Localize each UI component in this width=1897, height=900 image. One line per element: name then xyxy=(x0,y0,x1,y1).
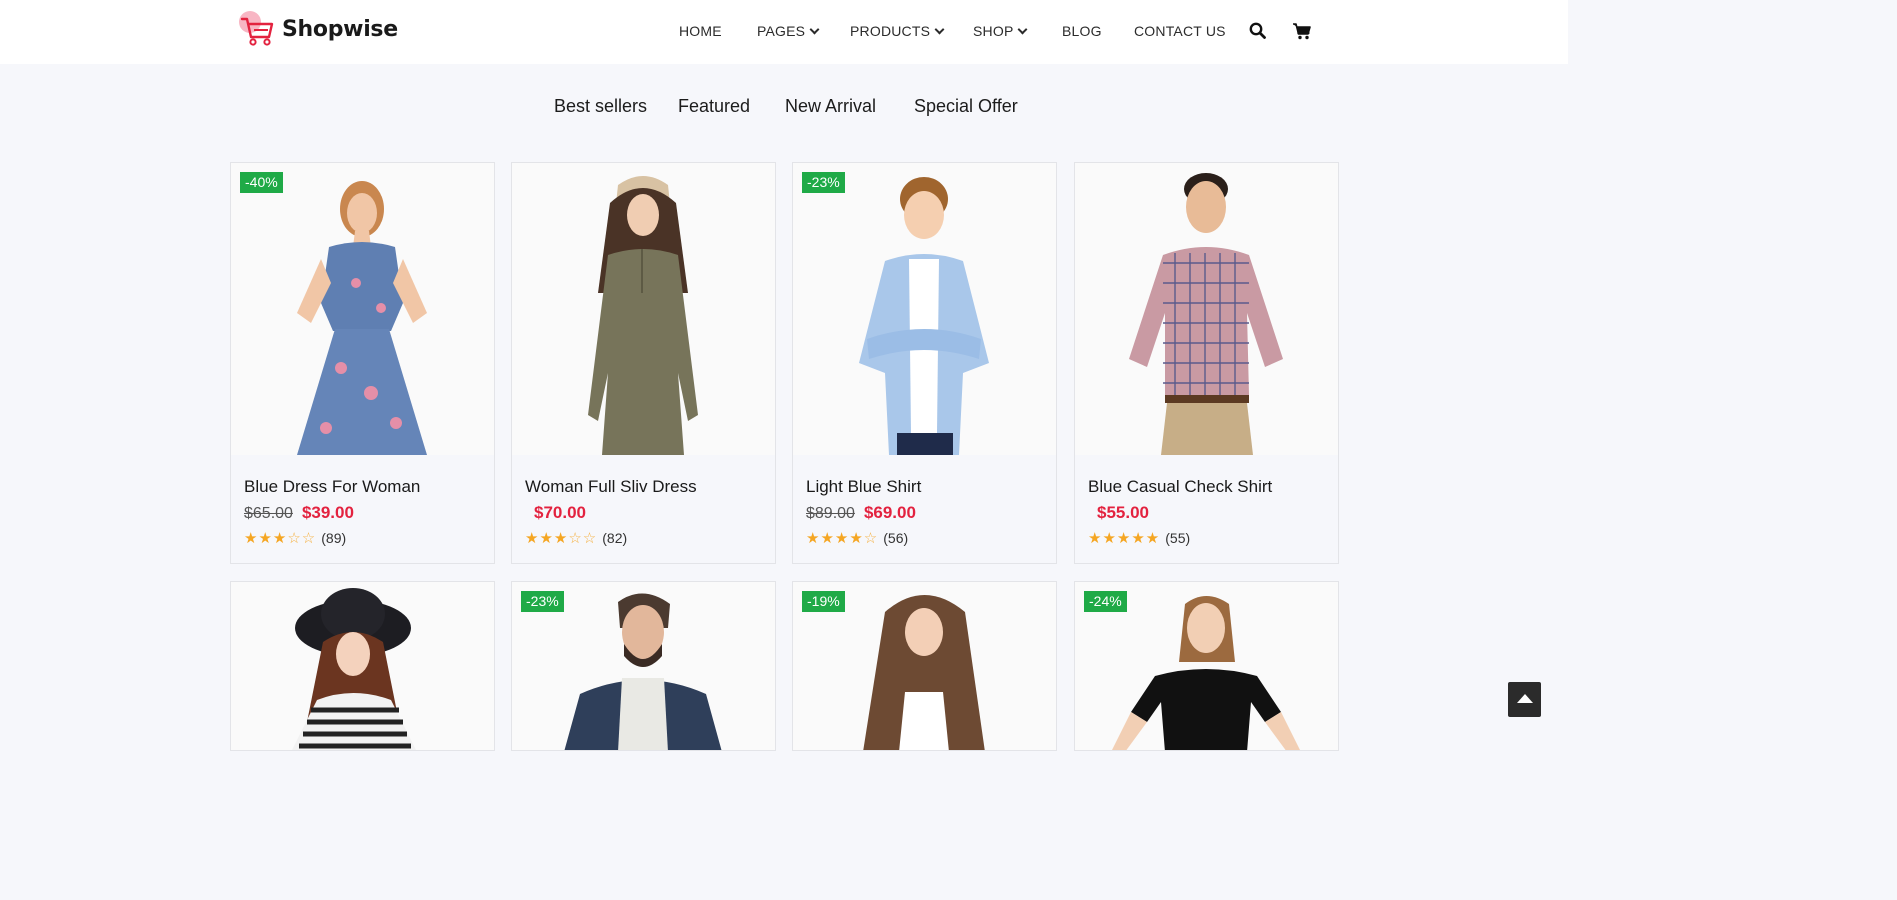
star-rating-icon: ★★★★★ xyxy=(1088,530,1161,547)
site-header: Shopwise HOME PAGES PRODUCTS SHOP BLOG C… xyxy=(0,0,1568,64)
product-price: $89.00 $69.00 xyxy=(806,503,916,523)
product-name[interactable]: Blue Dress For Woman xyxy=(244,477,420,497)
product-name[interactable]: Blue Casual Check Shirt xyxy=(1088,477,1272,497)
tab-new-arrival[interactable]: New Arrival xyxy=(785,96,876,117)
scroll-to-top-button[interactable] xyxy=(1508,682,1541,717)
product-card[interactable]: Woman Full Sliv Dress $70.00 ★★★☆☆ (82) xyxy=(511,162,776,564)
discount-badge: -40% xyxy=(240,172,283,193)
nav-pages[interactable]: PAGES xyxy=(757,23,820,39)
tab-featured[interactable]: Featured xyxy=(678,96,750,117)
star-rating-icon: ★★★★☆ xyxy=(806,530,879,547)
chevron-down-icon xyxy=(809,24,820,34)
tab-special-offer[interactable]: Special Offer xyxy=(914,96,1018,117)
review-count: (82) xyxy=(602,530,628,546)
cart-logo-icon xyxy=(238,10,274,48)
cart-icon[interactable] xyxy=(1292,21,1312,41)
product-card[interactable]: -19% xyxy=(792,581,1057,751)
discount-badge: -23% xyxy=(521,591,564,612)
discount-badge: -23% xyxy=(802,172,845,193)
discount-badge: -24% xyxy=(1084,591,1127,612)
product-price: $65.00 $39.00 xyxy=(244,503,354,523)
current-price: $70.00 xyxy=(534,503,586,522)
nav-contact[interactable]: CONTACT US xyxy=(1134,23,1226,39)
current-price: $39.00 xyxy=(301,503,354,522)
nav-products-label: PRODUCTS xyxy=(850,23,931,39)
rating: ★★★★★ (55) xyxy=(1088,529,1190,547)
review-count: (55) xyxy=(1165,530,1191,546)
product-name[interactable]: Woman Full Sliv Dress xyxy=(525,477,697,497)
rating: ★★★☆☆ (82) xyxy=(525,529,627,547)
tab-best-sellers[interactable]: Best sellers xyxy=(554,96,647,117)
product-image[interactable]: -24% xyxy=(1075,582,1338,750)
old-price: $89.00 xyxy=(806,505,855,522)
review-count: (56) xyxy=(883,530,909,546)
product-card[interactable]: -40% Blue Dress For Woman $65.00 $39.00 … xyxy=(230,162,495,564)
current-price: $69.00 xyxy=(863,503,916,522)
product-card[interactable]: -24% xyxy=(1074,581,1339,751)
product-image[interactable] xyxy=(1075,163,1338,455)
discount-badge: -19% xyxy=(802,591,845,612)
chevron-down-icon xyxy=(934,24,945,34)
star-rating-icon: ★★★☆☆ xyxy=(525,530,598,547)
brand-name: Shopwise xyxy=(282,16,398,42)
product-image[interactable] xyxy=(231,582,494,750)
product-card[interactable]: -23% xyxy=(511,581,776,751)
nav-products[interactable]: PRODUCTS xyxy=(850,23,945,39)
nav-pages-label: PAGES xyxy=(757,23,806,39)
review-count: (89) xyxy=(321,530,347,546)
product-image[interactable] xyxy=(512,163,775,455)
nav-shop[interactable]: SHOP xyxy=(973,23,1028,39)
product-name[interactable]: Light Blue Shirt xyxy=(806,477,921,497)
rating: ★★★★☆ (56) xyxy=(806,529,908,547)
product-card[interactable]: Blue Casual Check Shirt $55.00 ★★★★★ (55… xyxy=(1074,162,1339,564)
product-image[interactable]: -23% xyxy=(793,163,1056,455)
nav-shop-label: SHOP xyxy=(973,23,1014,39)
product-image[interactable]: -23% xyxy=(512,582,775,750)
search-icon[interactable] xyxy=(1248,21,1268,41)
product-card[interactable] xyxy=(230,581,495,751)
product-price: $55.00 xyxy=(1088,503,1149,523)
nav-blog-label: BLOG xyxy=(1062,23,1102,39)
product-price: $70.00 xyxy=(525,503,586,523)
old-price: $65.00 xyxy=(244,505,293,522)
product-card[interactable]: -23% Light Blue Shirt $89.00 $69.00 ★★★★… xyxy=(792,162,1057,564)
nav-blog[interactable]: BLOG xyxy=(1062,23,1102,39)
nav-home[interactable]: HOME xyxy=(679,23,722,39)
logo[interactable]: Shopwise xyxy=(238,10,398,48)
current-price: $55.00 xyxy=(1097,503,1149,522)
nav-contact-label: CONTACT US xyxy=(1134,23,1226,39)
rating: ★★★☆☆ (89) xyxy=(244,529,346,547)
chevron-down-icon xyxy=(1018,24,1028,34)
star-rating-icon: ★★★☆☆ xyxy=(244,530,317,547)
nav-home-label: HOME xyxy=(679,23,722,39)
product-image[interactable]: -19% xyxy=(793,582,1056,750)
product-image[interactable]: -40% xyxy=(231,163,494,455)
